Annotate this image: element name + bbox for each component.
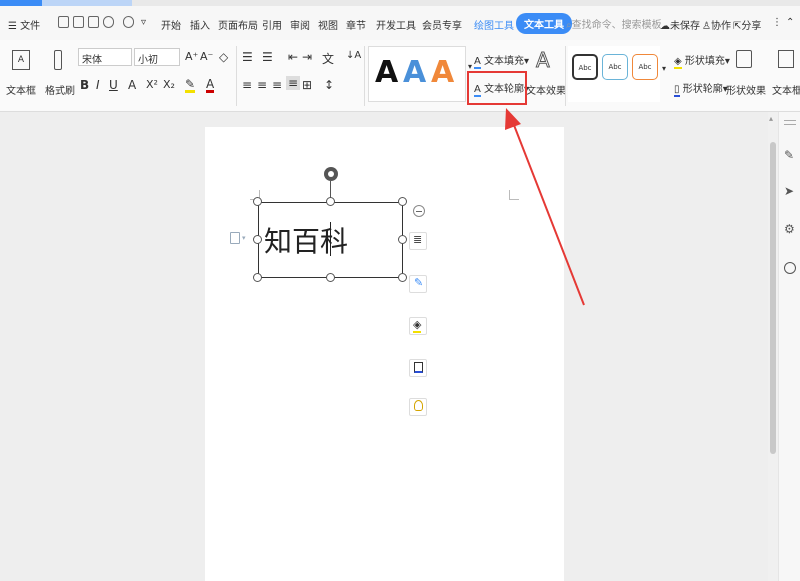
annotation-arrow-line (511, 119, 585, 306)
annotation-arrow-head (505, 108, 521, 130)
annotation-overlay (505, 108, 585, 306)
